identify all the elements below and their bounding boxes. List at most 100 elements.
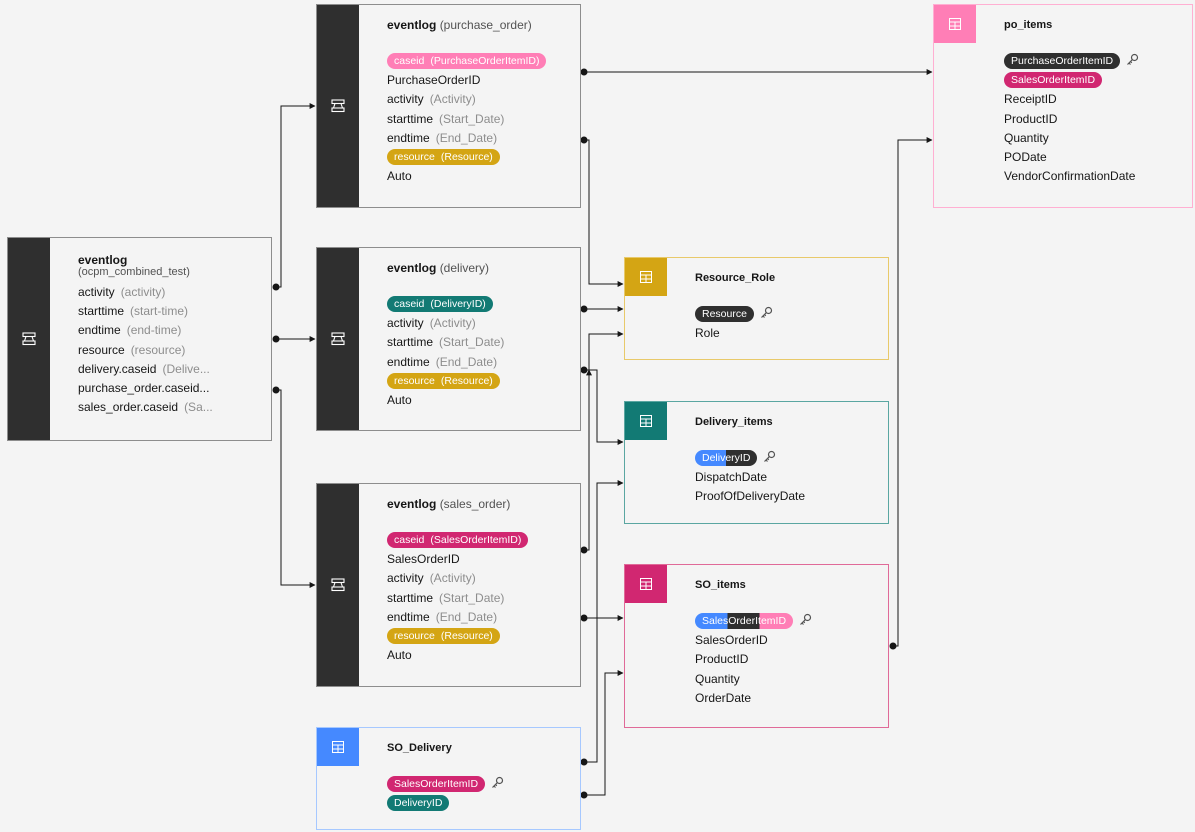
field-row[interactable]: activity (Activity) — [387, 569, 572, 588]
key-row[interactable]: SalesOrderItemID — [1004, 70, 1184, 89]
field-row[interactable]: endtime (end-time) — [78, 321, 263, 340]
key-row[interactable]: PurchaseOrderItemID — [1004, 51, 1184, 70]
key-row[interactable]: DeliveryID — [387, 793, 572, 812]
field-row[interactable]: SalesOrderID — [387, 549, 572, 568]
field-row[interactable]: endtime (End_Date) — [387, 607, 572, 626]
field-row[interactable]: endtime (End_Date) — [387, 352, 572, 371]
field-row[interactable]: resource (resource) — [78, 340, 263, 359]
field-name: endtime — [387, 609, 430, 624]
pill-name: caseid — [394, 533, 425, 546]
eventlog-del-strip — [317, 248, 359, 430]
field-name: starttime — [387, 590, 434, 605]
link-del-delivery — [584, 369, 624, 445]
field-row[interactable]: starttime (Start_Date) — [387, 333, 572, 352]
table-title: Delivery_items — [695, 416, 773, 428]
field-row[interactable]: Role — [695, 323, 880, 342]
field-name: ProofOfDeliveryDate — [695, 489, 806, 504]
node-title: eventlog (purchase_order) — [387, 17, 572, 33]
field-row[interactable]: starttime (Start_Date) — [387, 588, 572, 607]
so-delivery-table-node[interactable]: SO_Delivery SalesOrderItemID DeliveryID — [316, 727, 581, 830]
key-row[interactable]: DeliveryID — [695, 448, 880, 467]
field-row[interactable]: starttime (Start_Date) — [387, 109, 572, 128]
pill-alias: (Resource) — [440, 374, 493, 387]
eventlog-po-strip — [317, 5, 359, 207]
field-row[interactable]: Auto — [387, 390, 572, 409]
field-name: Auto — [387, 648, 412, 663]
field-row[interactable]: delivery.caseid (Delive... — [78, 359, 263, 378]
field-row[interactable]: activity (Activity) — [387, 90, 572, 109]
field-name: endtime — [387, 354, 430, 369]
field-name: activity — [78, 284, 115, 299]
key-icon — [799, 613, 812, 629]
table-cap — [625, 565, 667, 603]
field-alias: (End_Date) — [435, 609, 498, 624]
key-icon — [1126, 53, 1139, 69]
eventlog-purchase-order-node[interactable]: eventlog (purchase_order) caseid (Purchas… — [316, 4, 581, 208]
field-row[interactable]: Quantity — [1004, 128, 1184, 147]
key-pill: PurchaseOrderItemID — [1004, 52, 1121, 69]
key-row[interactable]: SalesOrderItemID — [387, 774, 572, 793]
table-title: Resource_Role — [695, 272, 776, 284]
field-name: activity — [387, 315, 424, 330]
table-icon — [949, 18, 961, 30]
field-row[interactable]: DispatchDate — [695, 467, 880, 486]
field-row[interactable]: SalesOrderID — [695, 630, 880, 649]
field-name: endtime — [78, 323, 121, 338]
field-name: ProductID — [1004, 111, 1058, 126]
field-row[interactable]: Quantity — [695, 669, 880, 688]
field-name: PODate — [1004, 150, 1047, 165]
resource-row[interactable]: resource (Resource) — [387, 147, 572, 166]
pill-name: resource — [394, 151, 435, 164]
pill-name: resource — [394, 630, 435, 643]
title-source: (sales_order) — [439, 497, 511, 511]
field-row[interactable]: ProofOfDeliveryDate — [695, 487, 880, 506]
link-del-resource2 — [584, 331, 624, 371]
node-subtitle: (ocpm_combined_test) — [78, 266, 190, 278]
table-icon — [332, 741, 344, 753]
table-icon — [640, 271, 652, 283]
pill-name: resource — [394, 374, 435, 387]
field-alias: (end-time) — [126, 323, 182, 338]
field-row[interactable]: VendorConfirmationDate — [1004, 167, 1184, 186]
field-row[interactable]: purchase_order.caseid... — [78, 378, 263, 397]
field-row[interactable]: Auto — [387, 167, 572, 186]
field-row[interactable]: activity (activity) — [78, 282, 263, 301]
field-row[interactable]: Auto — [387, 646, 572, 665]
node-title: eventlog (delivery) — [387, 260, 572, 276]
eventlog-sales-order-node[interactable]: eventlog (sales_order) caseid (SalesOrder… — [316, 483, 581, 687]
field-name: starttime — [78, 303, 125, 318]
so-items-table-node[interactable]: SO_items SalesOrderItemID SalesOrderID P… — [624, 564, 889, 728]
field-row[interactable]: ReceiptID — [1004, 90, 1184, 109]
field-alias: (Sa... — [184, 400, 213, 415]
link-soitems-poitems — [893, 137, 933, 647]
case-id-row[interactable]: caseid (PurchaseOrderItemID) — [387, 51, 572, 70]
field-row[interactable]: starttime (start-time) — [78, 301, 263, 320]
field-row[interactable]: OrderDate — [695, 688, 880, 707]
key-row[interactable]: Resource — [695, 304, 880, 323]
case-id-row[interactable]: caseid (DeliveryID) — [387, 294, 572, 313]
resource-row[interactable]: resource (Resource) — [387, 371, 572, 390]
field-row[interactable]: PurchaseOrderID — [387, 70, 572, 89]
field-row[interactable]: endtime (End_Date) — [387, 128, 572, 147]
title-name: eventlog — [387, 18, 437, 32]
pill-alias: (Resource) — [440, 151, 493, 164]
key-row[interactable]: SalesOrderItemID — [695, 611, 880, 630]
eventlog-main-node[interactable]: eventlog (ocpm_combined_test) activity (a… — [7, 237, 272, 441]
resource-role-table-node[interactable]: Resource_Role Resource Role — [624, 257, 889, 360]
field-row[interactable]: activity (Activity) — [387, 313, 572, 332]
eventlog-delivery-node[interactable]: eventlog (delivery) caseid (DeliveryID) a… — [316, 247, 581, 431]
resource-row[interactable]: resource (Resource) — [387, 626, 572, 645]
field-row[interactable]: ProductID — [1004, 109, 1184, 128]
field-name: sales_order.caseid — [78, 400, 179, 415]
field-alias: (End_Date) — [435, 130, 498, 145]
delivery-items-table-node[interactable]: Delivery_items DeliveryID DispatchDate P… — [624, 401, 889, 524]
field-row[interactable]: ProductID — [695, 650, 880, 669]
field-alias: (Start_Date) — [439, 111, 505, 126]
field-row[interactable]: sales_order.caseid (Sa... — [78, 398, 263, 417]
field-name: purchase_order.caseid... — [78, 381, 210, 396]
case-id-row[interactable]: caseid (SalesOrderItemID) — [387, 530, 572, 549]
field-name: ProductID — [695, 652, 749, 667]
field-row[interactable]: PODate — [1004, 147, 1184, 166]
title-name: eventlog — [387, 261, 437, 275]
po-items-table-node[interactable]: po_items PurchaseOrderItemID SalesOrderI… — [933, 4, 1193, 208]
